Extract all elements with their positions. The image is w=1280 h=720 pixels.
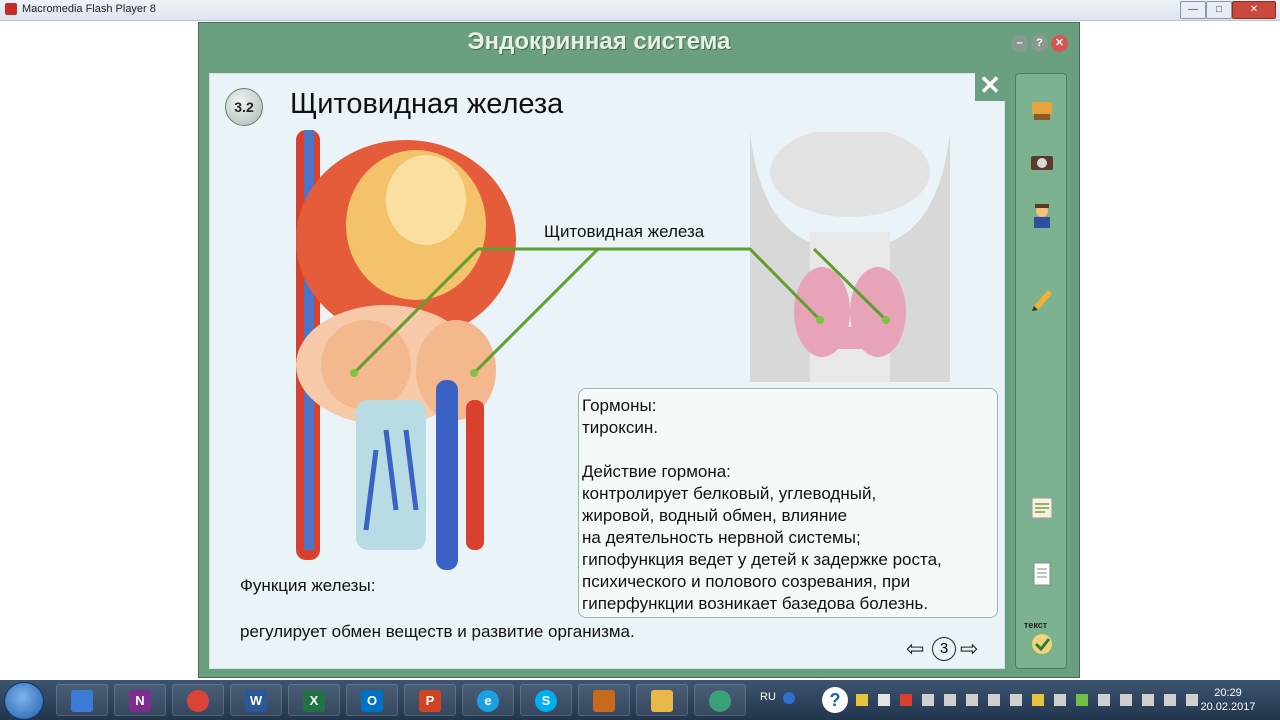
function-label: Функция железы: — [240, 576, 376, 595]
clock-time: 20:29 — [1214, 687, 1242, 699]
next-arrow-icon[interactable]: ⇨ — [960, 636, 978, 662]
info-line: Гормоны: — [582, 396, 657, 415]
slide-close-button[interactable]: ✕ — [975, 71, 1005, 101]
slide-content: 3.2 Щитовидная железа Щитовидная железа … — [209, 73, 1005, 669]
close-button[interactable]: ✕ — [1232, 1, 1276, 19]
info-line: Действие гормона: — [582, 462, 731, 481]
taskbar-app-word[interactable]: W — [230, 684, 282, 716]
taskbar-app-internet-explorer[interactable]: e — [462, 684, 514, 716]
hormone-info-box: Гормоны: тироксин. Действие гормона: кон… — [578, 388, 998, 618]
info-line — [582, 439, 997, 461]
text-button-label: текст — [1024, 620, 1048, 630]
tool-sidebar: текст — [1015, 73, 1067, 669]
pencil-icon[interactable] — [1028, 284, 1056, 312]
classroom-icon[interactable] — [1028, 96, 1056, 124]
function-text: регулирует обмен веществ и развитие орга… — [240, 622, 635, 641]
taskbar-app-chrome[interactable] — [172, 684, 224, 716]
language-indicator[interactable]: RU — [760, 691, 776, 703]
app-help-button[interactable]: ? — [1031, 35, 1048, 52]
info-line: гиперфункции возникает базедова болезнь. — [582, 594, 929, 613]
internet-explorer-icon: e — [477, 690, 499, 712]
info-line: психического и полового созревания, при — [582, 572, 911, 591]
maximize-button[interactable]: □ — [1206, 1, 1232, 19]
svg-text:?: ? — [830, 690, 841, 710]
app-icon — [709, 690, 731, 712]
notes-icon[interactable] — [1028, 494, 1056, 522]
taskbar-app-outlook[interactable]: O — [346, 684, 398, 716]
slide-pager: ⇦ 3 ⇨ — [906, 636, 986, 662]
taskbar-app-skype[interactable]: S — [520, 684, 572, 716]
folder-icon — [651, 690, 673, 712]
teacher-icon[interactable] — [1028, 202, 1056, 230]
os-titlebar: Macromedia Flash Player 8 — □ ✕ — [0, 0, 1280, 21]
info-line: контролирует белковый, углеводный, — [582, 484, 877, 503]
info-line: на деятельность нервной системы; — [582, 528, 861, 547]
flash-app-icon — [5, 3, 17, 15]
info-line: гипофункция ведет у детей к задержке рос… — [582, 550, 942, 569]
game-icon — [593, 690, 615, 712]
info-line: тироксин. — [582, 418, 658, 437]
taskbar-app-powerpoint[interactable]: P — [404, 684, 456, 716]
text-check-icon[interactable] — [1028, 630, 1056, 658]
app-window: Эндокринная система – ? ✕ 3.2 Щитовидная… — [198, 22, 1080, 678]
minimize-button[interactable]: — — [1180, 1, 1206, 19]
taskbar-app-game[interactable] — [578, 684, 630, 716]
taskbar-app-onenote[interactable]: N — [114, 684, 166, 716]
app-close-button[interactable]: ✕ — [1051, 35, 1068, 52]
clock-date: 20.02.2017 — [1200, 701, 1256, 713]
system-clock[interactable]: 20:29 20.02.2017 — [1196, 686, 1260, 714]
taskbar-app-excel[interactable]: X — [288, 684, 340, 716]
camera-icon[interactable] — [1028, 148, 1056, 176]
taskbar: N W X O P e S RU ? 20:29 20.02.2017 — [0, 680, 1280, 720]
os-window-title: Macromedia Flash Player 8 — [22, 3, 156, 15]
chrome-icon — [187, 690, 209, 712]
taskbar-app-speaker[interactable] — [56, 684, 108, 716]
app-title: Эндокринная система — [467, 28, 731, 55]
taskbar-app-explorer[interactable] — [636, 684, 688, 716]
skype-icon: S — [535, 690, 557, 712]
onenote-icon: N — [129, 690, 151, 712]
app-minimize-icon[interactable]: – — [1011, 35, 1028, 52]
speaker-icon — [71, 690, 93, 712]
excel-icon: X — [303, 690, 325, 712]
word-icon: W — [245, 690, 267, 712]
taskbar-app-flash[interactable] — [694, 684, 746, 716]
help-circle-icon[interactable]: ? — [820, 685, 850, 715]
document-icon[interactable] — [1028, 560, 1056, 588]
callout-label: Щитовидная железа — [544, 222, 705, 241]
outlook-icon: O — [361, 690, 383, 712]
powerpoint-icon: P — [419, 690, 441, 712]
help-tray-icon[interactable] — [782, 691, 796, 705]
info-line: жировой, водный обмен, влияние — [582, 506, 848, 525]
page-number: 3 — [932, 637, 956, 661]
start-button[interactable] — [4, 682, 44, 720]
prev-arrow-icon[interactable]: ⇦ — [906, 636, 924, 662]
